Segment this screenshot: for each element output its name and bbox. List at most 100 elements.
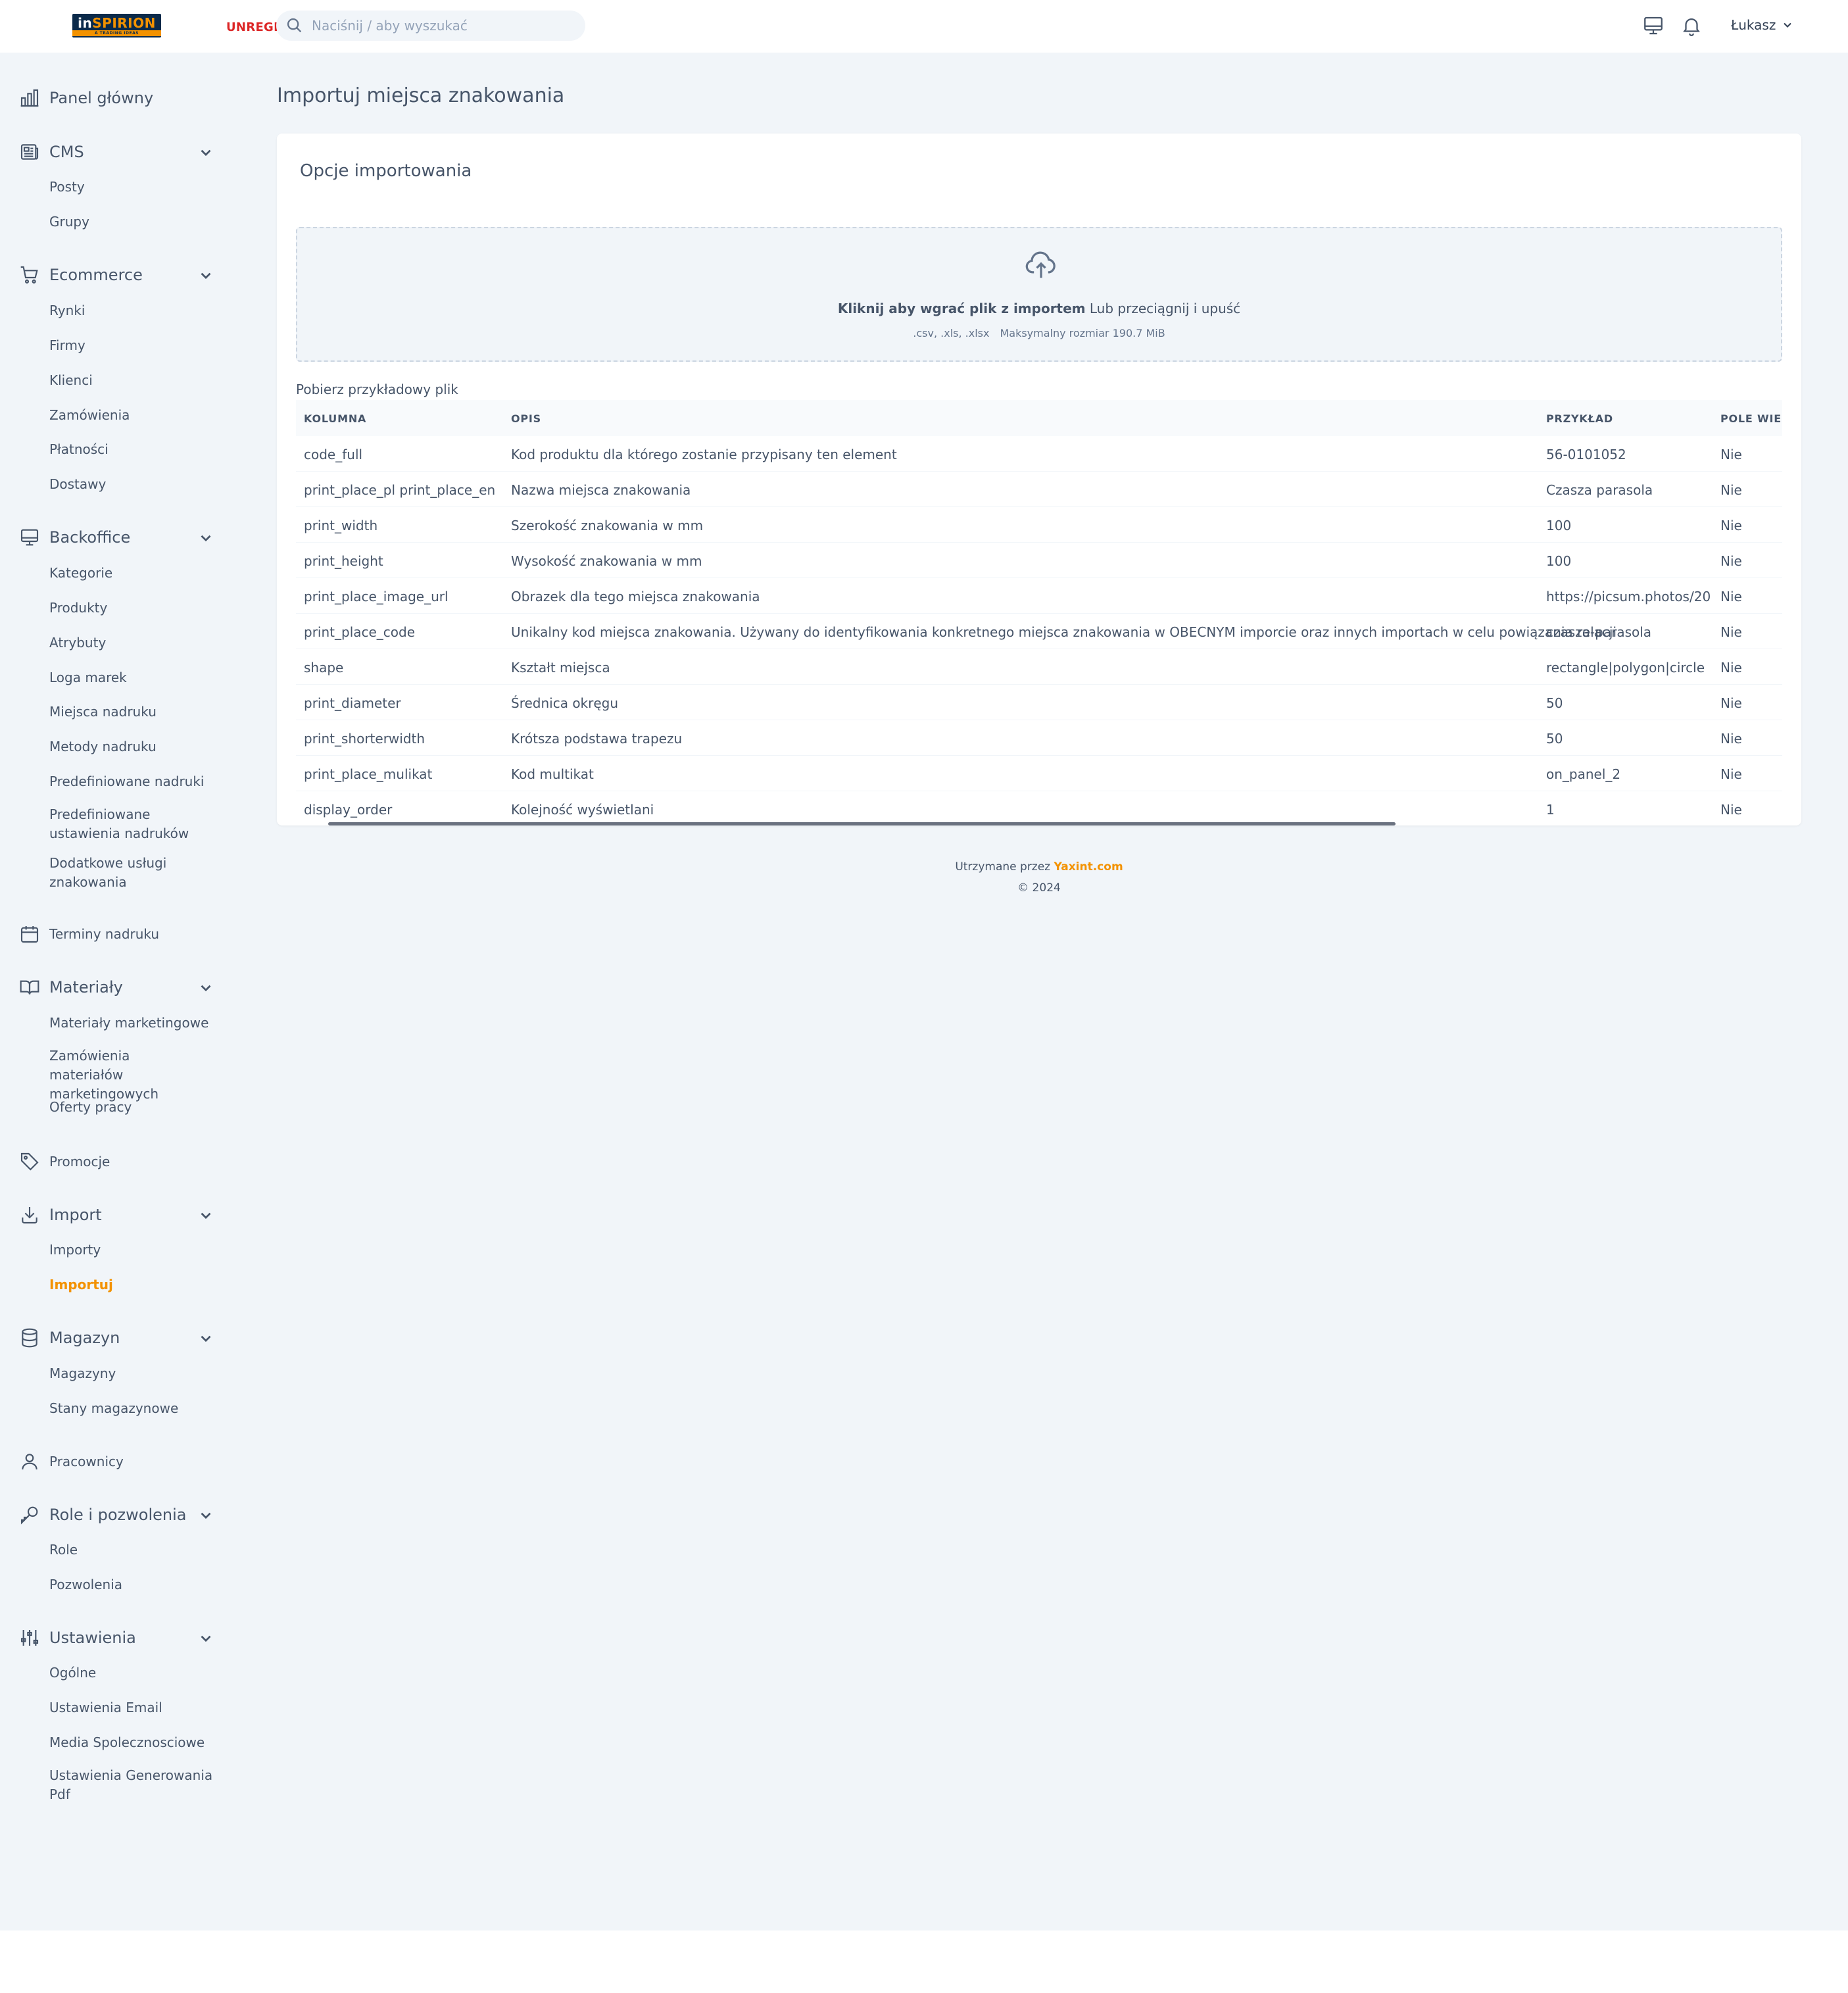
- sidebar-item-email-settings[interactable]: Ustawienia Email: [49, 1698, 220, 1717]
- sidebar-item-posts[interactable]: Posty: [49, 178, 220, 197]
- cell-description: Szerokość znakowania w mm: [511, 518, 704, 533]
- sidebar-item-brand-logos[interactable]: Loga marek: [49, 668, 220, 687]
- top-bar: in SPIRION A TRADING IDEAS UNREGIS Naciśn…: [0, 0, 1848, 53]
- cell-example: 100: [1546, 518, 1572, 533]
- dropzone-formats: .csv, .xls, .xlsx: [913, 327, 990, 339]
- cell-example: 56-0101052: [1546, 447, 1626, 462]
- sidebar-section-settings[interactable]: Ustawienia: [18, 1627, 136, 1649]
- cell-multi-field: Nie: [1720, 624, 1742, 640]
- key-icon: [20, 1506, 38, 1525]
- dropzone-click-text[interactable]: Kliknij aby wgrać plik z importem: [838, 301, 1086, 316]
- sidebar-section-cms[interactable]: CMS: [18, 141, 84, 163]
- footer-copyright: © 2024: [1017, 881, 1061, 895]
- sidebar-item-import-active[interactable]: Importuj: [49, 1275, 220, 1294]
- sidebar-item-permissions[interactable]: Pozwolenia: [49, 1575, 220, 1594]
- sidebar-item-attributes[interactable]: Atrybuty: [49, 633, 220, 652]
- horizontal-scrollbar[interactable]: [328, 822, 1396, 825]
- newspaper-icon: [20, 144, 39, 160]
- sidebar-item-marketing-orders[interactable]: Zamówienia materiałów marketingowych: [49, 1046, 207, 1104]
- sidebar-item-employees[interactable]: Pracownicy: [18, 1450, 124, 1473]
- sidebar-item-products[interactable]: Produkty: [49, 599, 220, 618]
- cell-column: print_width: [304, 518, 378, 533]
- monitor-icon[interactable]: [1642, 14, 1665, 37]
- sidebar-item-deliveries[interactable]: Dostawy: [49, 475, 220, 494]
- sidebar-item-predefined-prints[interactable]: Predefiniowane nadruki: [49, 772, 220, 791]
- search-placeholder: Naciśnij / aby wyszukać: [312, 18, 468, 34]
- cell-multi-field: Nie: [1720, 695, 1742, 711]
- column-header-example: PRZYKŁAD: [1546, 412, 1613, 425]
- chevron-down-icon[interactable]: [197, 1630, 214, 1647]
- table-row: code_full Kod produktu dla którego zostan…: [296, 436, 1782, 472]
- chevron-down-icon[interactable]: [197, 979, 214, 996]
- cell-example: 100: [1546, 553, 1572, 569]
- sidebar-item-social-media[interactable]: Media Spolecznosciowe: [49, 1733, 220, 1752]
- shopping-cart-icon: [20, 266, 38, 284]
- table-row: display_order Kolejność wyświetlani 1 Nie: [296, 791, 1782, 825]
- sidebar-section-backoffice[interactable]: Backoffice: [18, 526, 130, 549]
- sidebar-item-job-offers[interactable]: Oferty pracy: [49, 1098, 220, 1117]
- sidebar-item-groups[interactable]: Grupy: [49, 212, 220, 232]
- sidebar-item-pdf-settings[interactable]: Ustawienia Generowania Pdf: [49, 1766, 214, 1804]
- tag-icon: [20, 1152, 39, 1171]
- cell-multi-field: Nie: [1720, 802, 1742, 818]
- sidebar-item-dashboard[interactable]: Panel główny: [18, 87, 153, 109]
- sidebar-item-warehouses[interactable]: Magazyny: [49, 1364, 220, 1383]
- table-row: print_place_mulikat Kod multikat on_panel_…: [296, 756, 1782, 791]
- cell-example: on_panel_2: [1546, 766, 1621, 782]
- column-header-description: OPIS: [511, 412, 542, 425]
- sidebar-item-promotions[interactable]: Promocje: [18, 1150, 110, 1173]
- sidebar-section-ecommerce[interactable]: Ecommerce: [18, 264, 143, 286]
- sidebar-item-print-places[interactable]: Miejsca nadruku: [49, 702, 220, 722]
- cell-column: display_order: [304, 802, 393, 818]
- file-dropzone[interactable]: Kliknij aby wgrać plik z importem Lub pr…: [296, 227, 1782, 362]
- table-header: KOLUMNA OPIS PRZYKŁAD POLE WIELO: [296, 400, 1782, 436]
- cell-multi-field: Nie: [1720, 553, 1742, 569]
- sidebar-item-orders[interactable]: Zamówienia: [49, 406, 220, 425]
- search-input[interactable]: Naciśnij / aby wyszukać: [276, 11, 585, 41]
- sidebar-item-companies[interactable]: Firmy: [49, 336, 220, 355]
- user-menu[interactable]: Łukasz: [1731, 17, 1794, 33]
- bell-icon[interactable]: [1680, 14, 1703, 37]
- download-icon: [22, 1207, 37, 1224]
- user-icon: [22, 1454, 37, 1470]
- chevron-down-icon[interactable]: [197, 529, 214, 547]
- sidebar-item-stock-levels[interactable]: Stany magazynowe: [49, 1399, 220, 1418]
- monitor-icon: [20, 529, 39, 546]
- chevron-down-icon[interactable]: [197, 1507, 214, 1524]
- cell-example: 1: [1546, 802, 1555, 818]
- sidebar-section-roles[interactable]: Role i pozwolenia: [18, 1504, 187, 1526]
- sidebar-section-warehouse[interactable]: Magazyn: [18, 1327, 120, 1349]
- cell-description: Wysokość znakowania w mm: [511, 553, 702, 569]
- chevron-down-icon[interactable]: [197, 1330, 214, 1347]
- sidebar-item-markets[interactable]: Rynki: [49, 301, 220, 320]
- sidebar-item-predefined-print-settings[interactable]: Predefiniowane ustawienia nadruków: [49, 805, 201, 843]
- search-icon: [287, 18, 302, 33]
- sidebar-item-clients[interactable]: Klienci: [49, 371, 220, 390]
- cell-description: Kod multikat: [511, 766, 594, 782]
- cell-example: Czasza parasola: [1546, 482, 1653, 498]
- cell-description: Kształt miejsca: [511, 660, 610, 676]
- sidebar-item-categories[interactable]: Kategorie: [49, 564, 220, 583]
- card-title: Opcje importowania: [300, 161, 472, 181]
- sidebar-section-import[interactable]: Import: [18, 1204, 102, 1226]
- footer: Utrzymane przez Yaxint.com © 2024: [0, 856, 1848, 898]
- footer-company-link[interactable]: Yaxint.com: [1054, 860, 1123, 873]
- sidebar-item-print-methods[interactable]: Metody nadruku: [49, 737, 220, 756]
- chevron-down-icon[interactable]: [197, 1207, 214, 1224]
- chevron-down-icon[interactable]: [197, 144, 214, 161]
- sidebar-section-materials[interactable]: Materiały: [18, 976, 123, 998]
- sidebar-item-roles[interactable]: Role: [49, 1540, 220, 1560]
- sidebar-item-general[interactable]: Ogólne: [49, 1663, 220, 1683]
- inspirion-logo[interactable]: in SPIRION A TRADING IDEAS: [72, 14, 161, 37]
- download-sample-link[interactable]: Pobierz przykładowy plik: [296, 381, 458, 397]
- sidebar-item-payments[interactable]: Płatności: [49, 440, 220, 459]
- cell-column: print_place_code: [304, 624, 416, 640]
- sidebar-item-marketing-materials[interactable]: Materiały marketingowe: [49, 1014, 220, 1033]
- cell-description: Średnica okręgu: [511, 695, 619, 711]
- cell-example: 50: [1546, 695, 1563, 711]
- chevron-down-icon[interactable]: [197, 267, 214, 284]
- sidebar-item-imports[interactable]: Importy: [49, 1241, 220, 1260]
- table-row: print_place_image_url Obrazek dla tego mi…: [296, 578, 1782, 614]
- sidebar-item-print-terms[interactable]: Terminy nadruku: [18, 923, 159, 945]
- cell-column: print_place_image_url: [304, 589, 449, 604]
